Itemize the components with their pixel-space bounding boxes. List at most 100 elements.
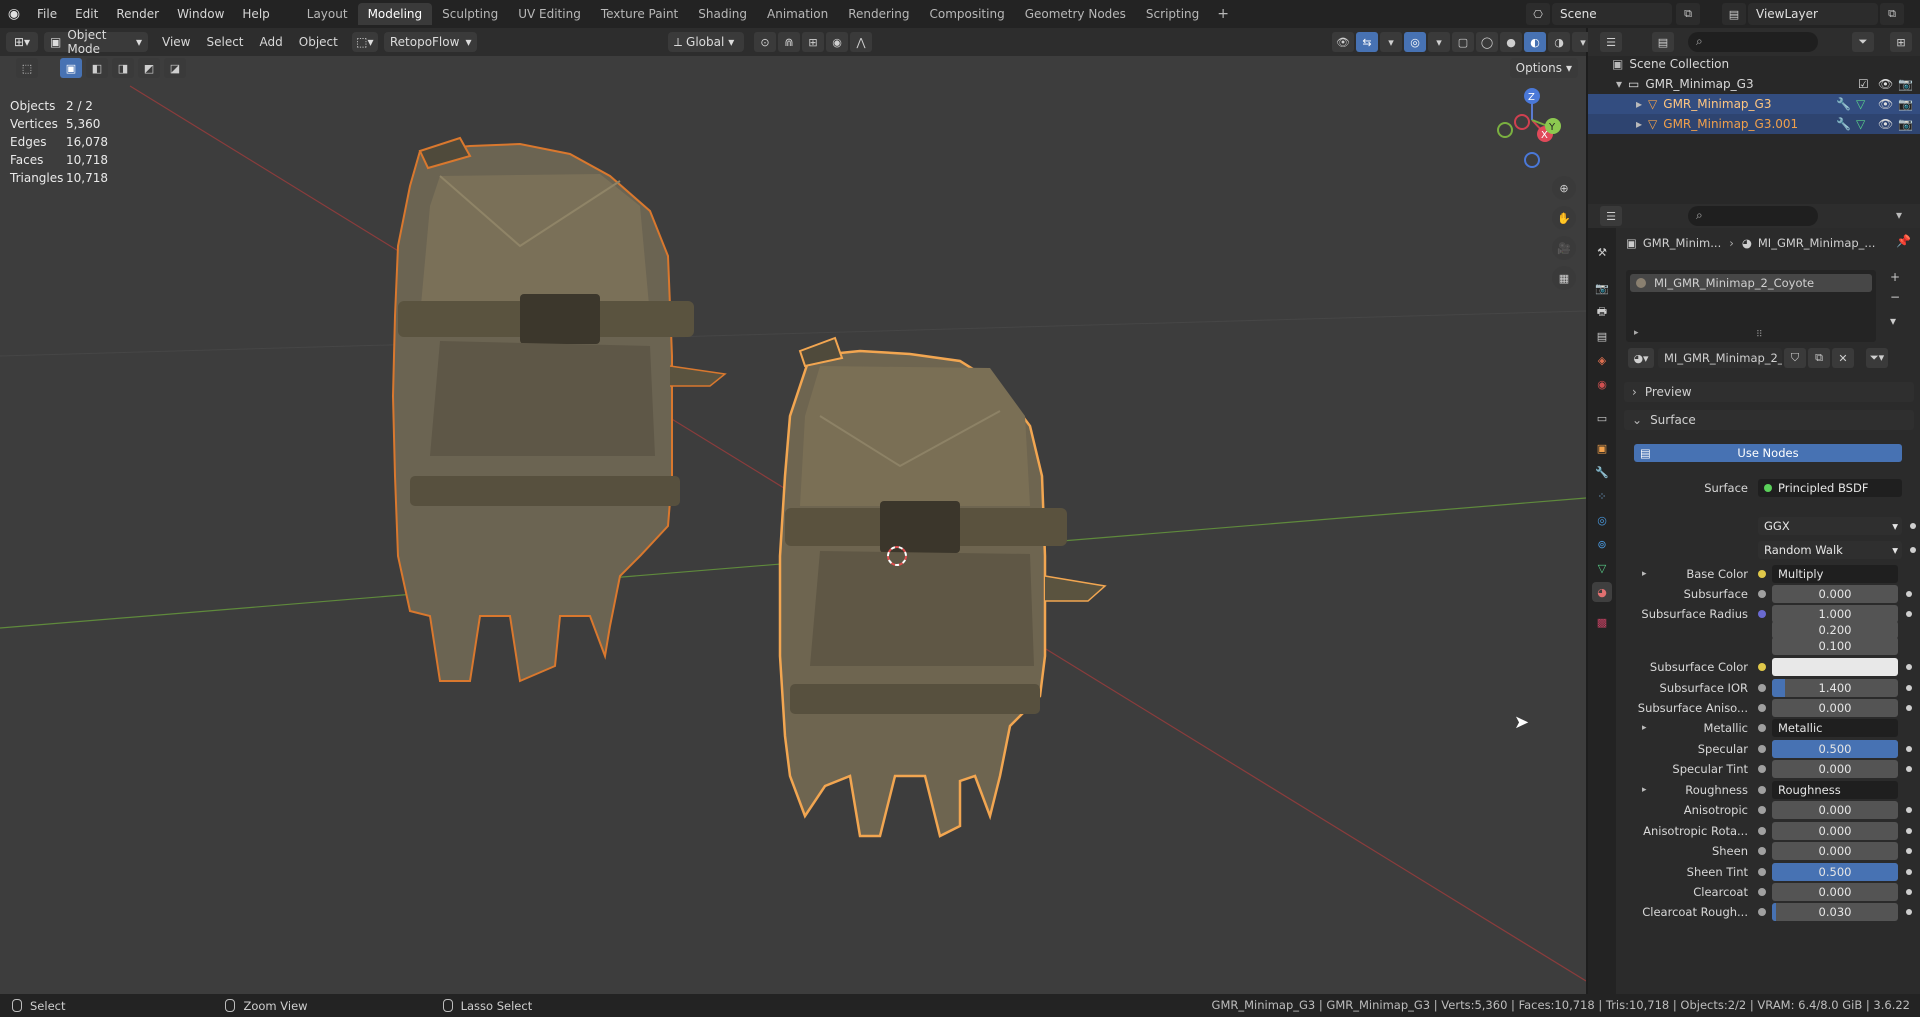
keyframe-dot-icon[interactable]	[1906, 766, 1912, 772]
duplicate-material-icon[interactable]: ⧉	[1808, 348, 1830, 368]
tool-select-icon[interactable]: ⬚	[16, 58, 38, 78]
socket-icon[interactable]	[1758, 847, 1766, 855]
add-workspace-button[interactable]: +	[1209, 6, 1237, 22]
viewport-menu-object[interactable]: Object	[291, 35, 346, 49]
outliner-collection[interactable]: ▾ ▭ GMR_Minimap_G3 ☑ 👁 📷	[1588, 74, 1920, 94]
material-link-dropdown[interactable]: ⏷▾	[1866, 348, 1888, 368]
number-field[interactable]: 0.000	[1772, 822, 1898, 840]
socket-icon[interactable]	[1758, 868, 1766, 876]
proportional-edit-icon[interactable]: ◉	[826, 32, 848, 52]
number-field[interactable]: 0.030	[1772, 903, 1898, 921]
distribution-dropdown[interactable]: GGX ▾	[1758, 517, 1902, 535]
backpack-object-1[interactable]	[391, 136, 727, 683]
keyframe-dot-icon[interactable]	[1906, 848, 1912, 854]
menu-window[interactable]: Window	[168, 0, 233, 28]
tab-animation[interactable]: Animation	[757, 3, 838, 25]
collection-tab-icon[interactable]: ▭	[1592, 408, 1612, 428]
physics-tab-icon[interactable]: ◎	[1592, 510, 1612, 530]
socket-icon[interactable]	[1758, 590, 1766, 598]
viewport-menu-view[interactable]: View	[154, 35, 198, 49]
mode-intersect-icon[interactable]: ◪	[164, 58, 186, 78]
keyframe-dot-icon[interactable]	[1910, 523, 1916, 529]
keyframe-dot-icon[interactable]	[1906, 611, 1912, 617]
modifier-tab-icon[interactable]: 🔧	[1592, 462, 1612, 482]
transform-orientation-dropdown[interactable]: ⟂ Global ▾	[668, 32, 744, 52]
tab-modeling[interactable]: Modeling	[357, 3, 433, 25]
number-field[interactable]: 0.500	[1772, 863, 1898, 881]
number-field[interactable]: 0.000	[1772, 585, 1898, 603]
tab-geometry-nodes[interactable]: Geometry Nodes	[1015, 3, 1136, 25]
chevron-down-icon[interactable]: ▾	[1890, 314, 1896, 328]
snap-target-icon[interactable]: ⊞	[802, 32, 824, 52]
mode-dropdown[interactable]: ▣ Object Mode ▾	[44, 28, 148, 56]
viewlayer-selector[interactable]: ViewLayer	[1748, 3, 1878, 25]
socket-icon[interactable]	[1758, 888, 1766, 896]
shading-solid-icon[interactable]: ●	[1500, 32, 1522, 52]
number-field[interactable]: 0.500	[1772, 740, 1898, 758]
tab-shading[interactable]: Shading	[688, 3, 757, 25]
keyframe-dot-icon[interactable]	[1906, 807, 1912, 813]
chevron-down-icon[interactable]: ▾	[1896, 208, 1902, 222]
subsurface-method-dropdown[interactable]: Random Walk ▾	[1758, 541, 1902, 559]
socket-icon[interactable]	[1758, 786, 1766, 794]
particles-tab-icon[interactable]: ⁘	[1592, 486, 1612, 506]
3d-viewport[interactable]: Z X Y ⬚ ▣ ◧ ◨ ◩ ◪ Options ▾ ⊕ ✋ 🎥 ▦ ➤	[0, 56, 1586, 994]
object-tab-icon[interactable]: ▣	[1592, 438, 1612, 458]
material-tab-icon[interactable]: ◕	[1592, 582, 1612, 602]
pin-icon[interactable]: 📌	[1896, 234, 1911, 248]
material-name-field[interactable]: MI_GMR_Minimap_2_Coyote	[1658, 348, 1782, 368]
expand-arrow-icon[interactable]: ▸	[1642, 569, 1647, 579]
keyframe-dot-icon[interactable]	[1906, 828, 1912, 834]
checkbox-icon[interactable]: ☑	[1858, 77, 1869, 91]
linked-input-field[interactable]: Roughness	[1772, 781, 1898, 799]
viewport-menu-add[interactable]: Add	[252, 35, 291, 49]
resize-handle-icon[interactable]: ⠿	[1756, 330, 1763, 340]
data-tab-icon[interactable]: ▽	[1592, 558, 1612, 578]
socket-icon[interactable]	[1758, 908, 1766, 916]
tab-sculpting[interactable]: Sculpting	[432, 3, 508, 25]
filter-icon[interactable]: ⏷	[1852, 32, 1874, 52]
socket-icon[interactable]	[1758, 704, 1766, 712]
scene-selector[interactable]: Scene	[1552, 3, 1672, 25]
camera-icon[interactable]: 📷	[1898, 117, 1913, 131]
keyframe-dot-icon[interactable]	[1906, 889, 1912, 895]
world-tab-icon[interactable]: ◉	[1592, 374, 1612, 394]
tab-texture-paint[interactable]: Texture Paint	[591, 3, 688, 25]
number-field[interactable]: 0.000	[1772, 699, 1898, 717]
socket-icon[interactable]	[1758, 724, 1766, 732]
fake-user-icon[interactable]: ⛉	[1784, 348, 1806, 368]
output-tab-icon[interactable]: 🖶	[1592, 302, 1612, 322]
keyframe-dot-icon[interactable]	[1906, 909, 1912, 915]
tab-rendering[interactable]: Rendering	[838, 3, 919, 25]
expand-arrow-icon[interactable]: ▸	[1642, 723, 1647, 733]
socket-icon[interactable]	[1758, 745, 1766, 753]
color-swatch[interactable]	[1772, 658, 1898, 676]
texture-tab-icon[interactable]: ▩	[1592, 612, 1612, 632]
shading-material-icon[interactable]: ◐	[1524, 32, 1546, 52]
tab-scripting[interactable]: Scripting	[1136, 3, 1209, 25]
panel-preview-header[interactable]: › Preview	[1624, 382, 1914, 402]
select-mode-icon[interactable]: ⬚▾	[351, 32, 378, 52]
surface-shader-field[interactable]: Principled BSDF	[1758, 479, 1902, 497]
perspective-grid-icon[interactable]: ▦	[1552, 266, 1576, 290]
viewlayer-new-icon[interactable]: ⧉	[1880, 3, 1904, 25]
number-field[interactable]: 0.000	[1772, 801, 1898, 819]
camera-icon[interactable]: 📷	[1898, 97, 1913, 111]
scene-tab-icon[interactable]: ◈	[1592, 350, 1612, 370]
menu-file[interactable]: File	[28, 0, 66, 28]
outliner-search-input[interactable]: ⌕	[1688, 32, 1818, 52]
expand-arrow-icon[interactable]: ▸	[1642, 785, 1647, 795]
mode-set-icon[interactable]: ▣	[60, 58, 82, 78]
shading-wireframe-icon[interactable]: ◯	[1476, 32, 1498, 52]
display-mode-icon[interactable]: ▤	[1652, 32, 1674, 52]
tab-compositing[interactable]: Compositing	[919, 3, 1014, 25]
gizmo-toggle-icon[interactable]: ⇆	[1356, 32, 1378, 52]
socket-icon[interactable]	[1758, 610, 1766, 618]
options-button[interactable]: Options ▾	[1509, 58, 1578, 78]
mode-invert-icon[interactable]: ◩	[138, 58, 160, 78]
socket-icon[interactable]	[1758, 827, 1766, 835]
camera-icon[interactable]: 📷	[1898, 77, 1913, 91]
expand-arrow-icon[interactable]: ▸	[1636, 117, 1642, 131]
number-field[interactable]: 1.400	[1772, 679, 1898, 697]
use-nodes-button[interactable]: ▤ Use Nodes	[1634, 444, 1902, 462]
